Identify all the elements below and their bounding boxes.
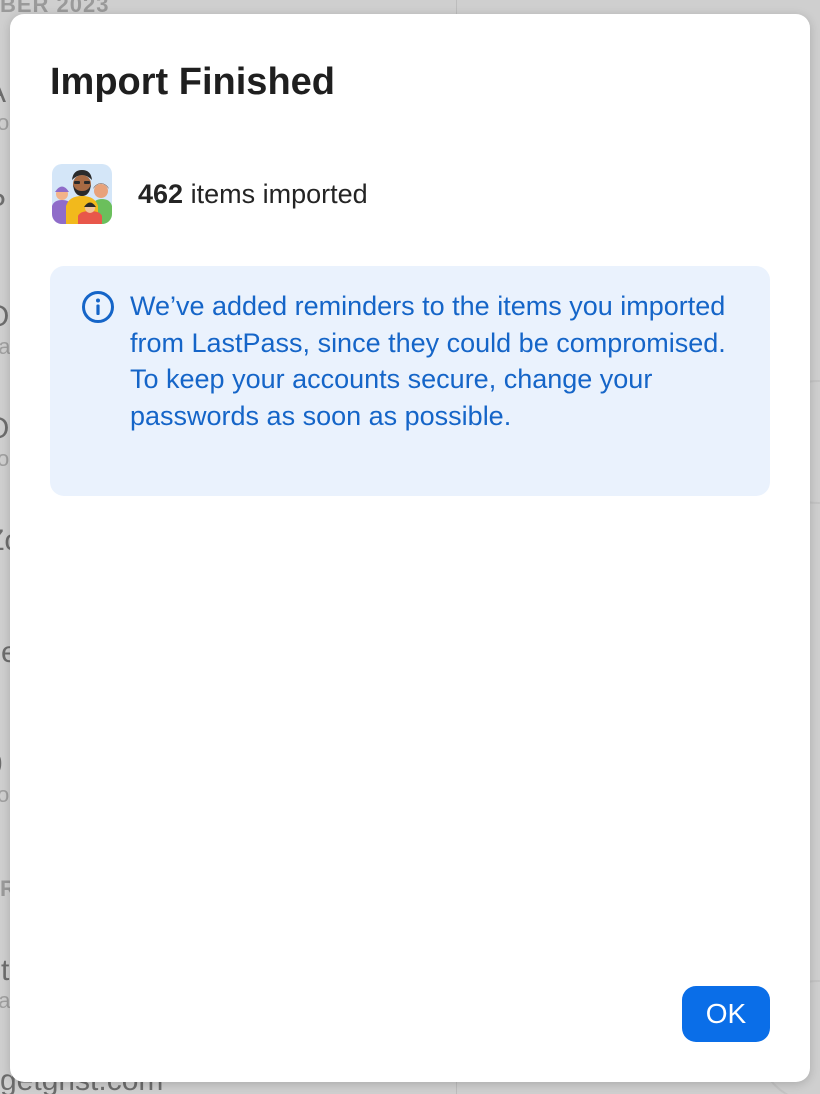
info-message-line: We’ve added reminders to the items you i… xyxy=(130,291,726,358)
info-banner: We’ve added reminders to the items you i… xyxy=(50,266,770,496)
import-finished-dialog: Import Finished 462 items imported We’ve… xyxy=(10,14,810,1082)
import-count-label: items imported xyxy=(190,178,368,209)
import-summary: 462 items imported xyxy=(52,164,368,224)
dialog-title: Import Finished xyxy=(50,61,335,103)
info-circle-icon xyxy=(81,290,115,324)
people-group-icon xyxy=(52,164,112,224)
ok-button[interactable]: OK xyxy=(682,986,770,1042)
import-count-text: 462 items imported xyxy=(138,179,368,210)
info-message: We’ve added reminders to the items you i… xyxy=(130,288,750,434)
import-count: 462 xyxy=(138,178,184,209)
info-message-line: To keep your accounts secure, change you… xyxy=(130,364,653,431)
